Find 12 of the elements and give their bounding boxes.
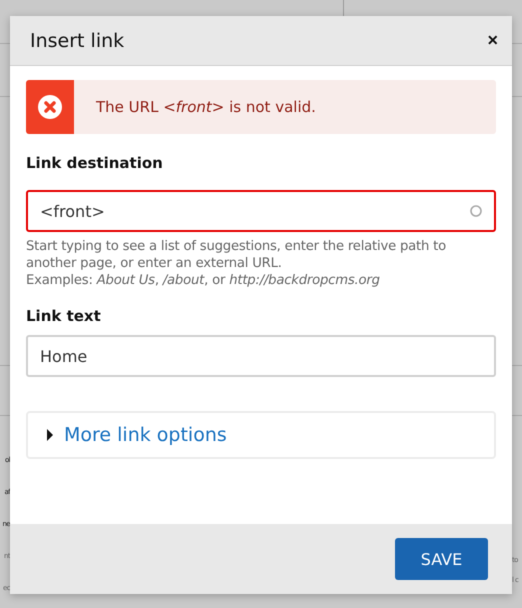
input-field[interactable]: Home xyxy=(26,335,496,377)
error-text: The URL <front> is not valid. xyxy=(96,98,316,116)
save-button[interactable]: SAVE xyxy=(395,538,488,580)
field-label: Link text xyxy=(26,307,102,325)
help-text: Start typing to see a list of suggestions, enter the relative path to another page, or enter an external URL. Examples: About Us, /about, or http://backdropcms.org xyxy=(26,238,448,289)
close-button[interactable]: × xyxy=(485,30,500,51)
more-options-link[interactable]: More link options xyxy=(64,424,227,446)
input-field[interactable]: <front> xyxy=(26,190,496,232)
field-label: Link destination xyxy=(26,154,164,172)
error-icon xyxy=(38,95,62,119)
dialog-title: Insert link xyxy=(30,30,124,52)
throbber-icon xyxy=(470,205,482,217)
